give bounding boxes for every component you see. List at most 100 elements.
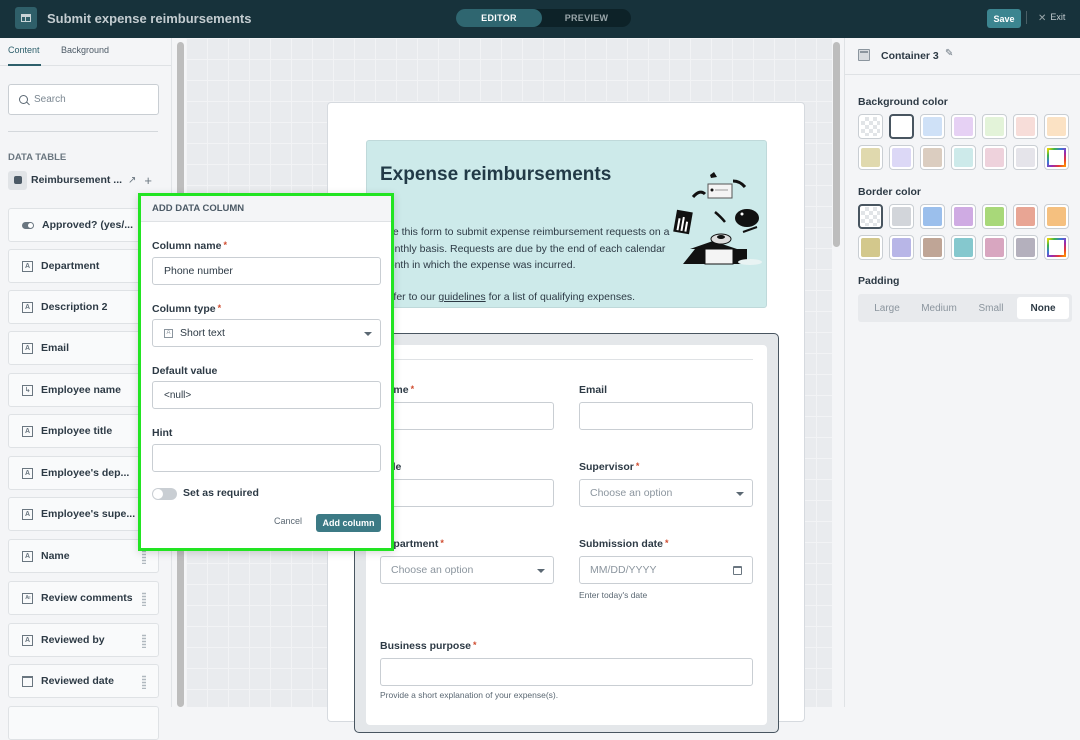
column-item[interactable]: A Description 2 bbox=[8, 290, 159, 324]
guidelines-link[interactable]: guidelines bbox=[438, 291, 485, 303]
drag-handle-icon[interactable] bbox=[142, 550, 146, 564]
border-color-swatch[interactable] bbox=[1044, 204, 1069, 229]
search-input[interactable]: Search bbox=[8, 84, 159, 115]
dialog-title: ADD DATA COLUMN bbox=[141, 196, 391, 222]
required-toggle[interactable] bbox=[152, 488, 177, 500]
background-color-swatch[interactable] bbox=[951, 145, 976, 170]
email-input[interactable] bbox=[579, 402, 753, 430]
border-color-swatch[interactable] bbox=[951, 235, 976, 260]
supervisor-select[interactable]: Choose an option bbox=[579, 479, 753, 507]
background-color-swatch[interactable] bbox=[982, 145, 1007, 170]
column-label: Review comments bbox=[41, 592, 133, 604]
background-color-swatch[interactable] bbox=[951, 114, 976, 139]
border-color-swatch[interactable] bbox=[1013, 235, 1038, 260]
tab-background[interactable]: Background bbox=[61, 45, 109, 55]
save-button[interactable]: Save bbox=[987, 9, 1021, 28]
calendar-icon bbox=[22, 675, 33, 687]
panel-tabs: Content Background bbox=[0, 38, 171, 66]
color-fill bbox=[923, 238, 942, 257]
color-fill bbox=[892, 117, 911, 136]
calendar-icon[interactable] bbox=[733, 566, 742, 575]
column-item[interactable]: Approved? (yes/... bbox=[8, 208, 159, 242]
column-item[interactable] bbox=[8, 706, 159, 740]
search-placeholder: Search bbox=[34, 94, 66, 105]
background-color-swatch[interactable] bbox=[858, 114, 883, 139]
border-color-swatch[interactable] bbox=[858, 204, 883, 229]
color-fill bbox=[985, 238, 1004, 257]
color-fill bbox=[954, 148, 973, 167]
border-color-swatch[interactable] bbox=[858, 235, 883, 260]
transparent-pattern bbox=[861, 207, 880, 226]
divider bbox=[380, 359, 753, 360]
exit-button[interactable]: ✕ Exit bbox=[1038, 12, 1065, 24]
preview-mode-button[interactable]: PREVIEW bbox=[542, 9, 631, 27]
border-color-swatch[interactable] bbox=[982, 235, 1007, 260]
border-color-swatch[interactable] bbox=[951, 204, 976, 229]
background-color-swatch[interactable] bbox=[889, 114, 914, 139]
business-purpose-input[interactable] bbox=[380, 658, 753, 686]
name-input[interactable] bbox=[380, 402, 554, 430]
drag-handle-icon[interactable] bbox=[142, 634, 146, 648]
background-color-swatch[interactable] bbox=[920, 114, 945, 139]
border-color-swatch[interactable] bbox=[1013, 204, 1038, 229]
padding-small[interactable]: Small bbox=[965, 297, 1017, 319]
border-color-swatch[interactable] bbox=[920, 204, 945, 229]
column-label: Employee's dep... bbox=[41, 467, 130, 479]
border-color-swatch[interactable] bbox=[920, 235, 945, 260]
background-color-swatch[interactable] bbox=[889, 145, 914, 170]
column-name-input[interactable]: Phone number bbox=[152, 257, 381, 285]
border-color-swatch[interactable] bbox=[982, 204, 1007, 229]
drag-handle-icon[interactable] bbox=[142, 675, 146, 689]
label-text: Supervisor bbox=[579, 461, 634, 473]
column-item[interactable]: A Email bbox=[8, 331, 159, 365]
column-item[interactable]: A Reviewed by bbox=[8, 623, 159, 657]
color-fill bbox=[861, 238, 880, 257]
border-color-swatch[interactable] bbox=[889, 204, 914, 229]
background-color-swatch[interactable] bbox=[982, 114, 1007, 139]
chevron-down-icon bbox=[364, 332, 372, 336]
color-fill bbox=[954, 238, 973, 257]
background-color-swatch[interactable] bbox=[920, 145, 945, 170]
border-color-swatch[interactable] bbox=[889, 235, 914, 260]
background-color-swatch[interactable] bbox=[858, 145, 883, 170]
column-item[interactable]: ↳ Employee name bbox=[8, 373, 159, 407]
default-value-input[interactable]: <null> bbox=[152, 381, 381, 409]
column-item[interactable]: A Employee title bbox=[8, 414, 159, 448]
drag-handle-icon[interactable] bbox=[142, 592, 146, 606]
column-item[interactable]: A Department bbox=[8, 249, 159, 283]
submission-date-input[interactable]: MM/DD/YYYY bbox=[579, 556, 753, 584]
border-color-label: Border color bbox=[858, 186, 922, 198]
title-input[interactable] bbox=[380, 479, 554, 507]
editor-mode-button[interactable]: EDITOR bbox=[456, 9, 542, 27]
column-item[interactable]: A≡ Review comments bbox=[8, 581, 159, 615]
border-color-swatch[interactable] bbox=[1044, 235, 1069, 260]
external-link-icon[interactable]: ↗ bbox=[128, 175, 136, 186]
column-item[interactable]: A Employee's dep... bbox=[8, 456, 159, 490]
background-color-swatch[interactable] bbox=[1044, 145, 1069, 170]
padding-large[interactable]: Large bbox=[861, 297, 913, 319]
required-marker: * bbox=[473, 640, 477, 650]
background-color-swatch[interactable] bbox=[1013, 114, 1038, 139]
padding-segmented-control: Large Medium Small None bbox=[858, 294, 1072, 322]
add-column-icon[interactable]: + bbox=[144, 173, 152, 188]
form-header-container[interactable]: Expense reimbursements Use this form to … bbox=[366, 140, 767, 308]
column-item[interactable]: A Employee's supe... bbox=[8, 497, 159, 531]
column-type-select[interactable]: A Short text bbox=[152, 319, 381, 347]
data-table-name[interactable]: Reimbursement ... bbox=[31, 174, 122, 186]
background-color-swatch[interactable] bbox=[1013, 145, 1038, 170]
canvas-scrollbar[interactable] bbox=[833, 42, 840, 247]
column-item[interactable]: A Name bbox=[8, 539, 159, 573]
add-column-button[interactable]: Add column bbox=[316, 514, 381, 532]
column-item[interactable]: Reviewed date bbox=[8, 664, 159, 698]
tab-content[interactable]: Content bbox=[8, 45, 41, 66]
edit-name-icon[interactable]: ✎ bbox=[945, 48, 953, 59]
color-fill bbox=[923, 117, 942, 136]
color-fill bbox=[1016, 148, 1035, 167]
color-fill bbox=[954, 207, 973, 226]
padding-none[interactable]: None bbox=[1017, 297, 1069, 319]
background-color-swatch[interactable] bbox=[1044, 114, 1069, 139]
department-select[interactable]: Choose an option bbox=[380, 556, 554, 584]
hint-input[interactable] bbox=[152, 444, 381, 472]
padding-medium[interactable]: Medium bbox=[913, 297, 965, 319]
cancel-button[interactable]: Cancel bbox=[274, 516, 302, 526]
